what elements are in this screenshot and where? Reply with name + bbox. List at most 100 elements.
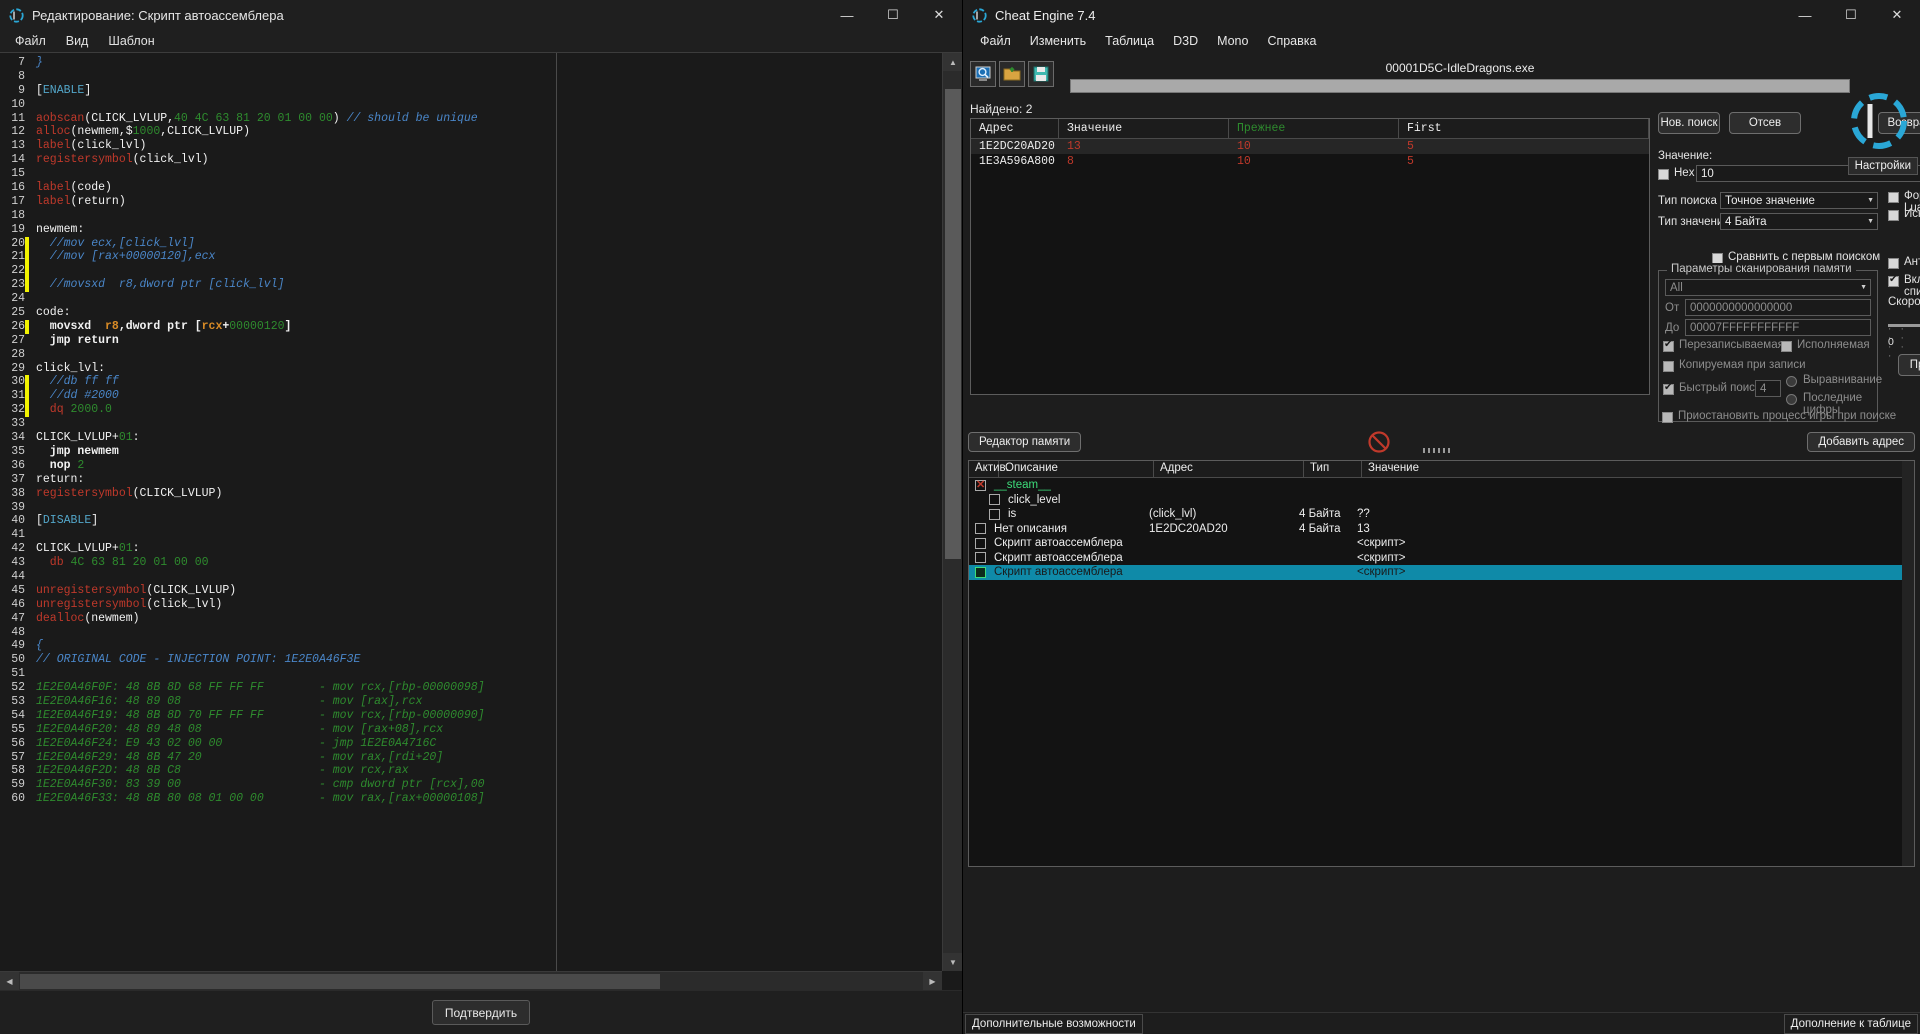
from-address-input[interactable]: 0000000000000000 — [1685, 299, 1871, 316]
apply-speed-button[interactable]: Применить — [1898, 354, 1920, 376]
code-line[interactable]: 1E2E0A46F19: 48 8B 8D 70 FF FF FF - mov … — [36, 709, 942, 723]
no-entry-icon[interactable] — [1367, 430, 1391, 454]
column-previous[interactable]: Прежнее — [1229, 119, 1399, 138]
ce-menu-file[interactable]: Файл — [971, 32, 1020, 50]
cheat-table[interactable]: Актив. Описание Адрес Тип Значение __ste… — [968, 460, 1915, 867]
entry-active-checkbox[interactable] — [989, 509, 1000, 520]
scan-results-table[interactable]: Адрес Значение Прежнее First 1E2DC20AD20… — [970, 118, 1650, 395]
code-line[interactable]: jmp return — [36, 334, 942, 348]
code-line[interactable]: registersymbol(CLICK_LVLUP) — [36, 487, 942, 501]
splitter-grip[interactable] — [1423, 440, 1463, 445]
column-type[interactable]: Тип — [1304, 461, 1362, 477]
aa-maximize-button[interactable]: ☐ — [870, 0, 916, 30]
code-text[interactable]: } [ENABLE] aobscan(CLICK_LVLUP,40 4C 63 … — [28, 53, 942, 971]
code-line[interactable] — [36, 417, 942, 431]
alignment-radio[interactable] — [1786, 376, 1797, 387]
aa-close-button[interactable]: ✕ — [916, 0, 962, 30]
status-extra-features[interactable]: Дополнительные возможности — [965, 1014, 1143, 1034]
code-line[interactable]: movsxd r8,dword ptr [rcx+00000120] — [36, 320, 942, 334]
entry-active-checkbox[interactable] — [975, 552, 986, 563]
code-line[interactable]: nop 2 — [36, 459, 942, 473]
cheat-table-body[interactable]: __steam__click_levelis(click_lvl)4 Байта… — [969, 478, 1914, 580]
table-row[interactable]: Скрипт автоассемблера<скрипт> — [969, 565, 1914, 580]
editor-vertical-scrollbar[interactable]: ▲ ▼ — [942, 53, 962, 971]
code-line[interactable]: unregistersymbol(click_lvl) — [36, 598, 942, 612]
hex-checkbox[interactable] — [1658, 169, 1669, 180]
executable-checkbox[interactable] — [1781, 341, 1792, 352]
pause-game-checkbox[interactable] — [1662, 412, 1673, 423]
code-line[interactable]: registersymbol(click_lvl) — [36, 153, 942, 167]
code-line[interactable]: //mov [rax+00000120],ecx — [36, 250, 942, 264]
code-line[interactable] — [36, 570, 942, 584]
add-address-button[interactable]: Добавить адрес — [1807, 432, 1915, 452]
code-line[interactable]: //dd #2000 — [36, 389, 942, 403]
code-line[interactable]: dq 2000.0 — [36, 403, 942, 417]
code-line[interactable] — [36, 626, 942, 640]
to-address-input[interactable]: 00007FFFFFFFFFFF — [1685, 319, 1871, 336]
aa-minimize-button[interactable]: — — [824, 0, 870, 30]
memory-editor-button[interactable]: Редактор памяти — [968, 432, 1081, 452]
code-line[interactable]: { — [36, 639, 942, 653]
aa-menu-template[interactable]: Шаблон — [99, 32, 163, 50]
code-line[interactable] — [36, 264, 942, 278]
ce-maximize-button[interactable]: ☐ — [1828, 0, 1874, 30]
code-line[interactable] — [36, 70, 942, 84]
copy-on-write-checkbox[interactable] — [1663, 361, 1674, 372]
entry-active-checkbox[interactable] — [975, 523, 986, 534]
code-line[interactable]: 1E2E0A46F29: 48 8B 47 20 - mov rax,[rdi+… — [36, 751, 942, 765]
table-row[interactable]: Скрипт автоассемблера<скрипт> — [969, 551, 1914, 566]
ce-menu-mono[interactable]: Mono — [1208, 32, 1257, 50]
fast-scan-checkbox[interactable] — [1663, 384, 1674, 395]
code-line[interactable]: label(return) — [36, 195, 942, 209]
table-row[interactable]: __steam__ — [969, 478, 1914, 493]
code-line[interactable]: 1E2E0A46F2D: 48 8B C8 - mov rcx,rax — [36, 764, 942, 778]
code-line[interactable]: } — [36, 56, 942, 70]
code-line[interactable] — [36, 209, 942, 223]
aa-editor[interactable]: 7891011121314151617181920212223242526272… — [0, 52, 962, 990]
entry-active-checkbox[interactable] — [989, 494, 1000, 505]
code-line[interactable]: 1E2E0A46F24: E9 43 02 00 00 - jmp 1E2E0A… — [36, 737, 942, 751]
code-line[interactable] — [36, 348, 942, 362]
scan-result-row[interactable]: 1E3A596A8008105 — [971, 154, 1649, 169]
ce-close-button[interactable]: ✕ — [1874, 0, 1920, 30]
column-description[interactable]: Описание — [999, 461, 1154, 477]
code-line[interactable]: //movsxd r8,dword ptr [click_lvl] — [36, 278, 942, 292]
cheat-table-scrollbar[interactable] — [1902, 461, 1914, 866]
editor-horizontal-scrollbar[interactable]: ◀ ▶ — [0, 971, 942, 990]
ce-menu-help[interactable]: Справка — [1258, 32, 1325, 50]
code-line[interactable]: newmem: — [36, 223, 942, 237]
code-line[interactable]: alloc(newmem,$1000,CLICK_LVLUP) — [36, 125, 942, 139]
code-line[interactable]: //mov ecx,[click_lvl] — [36, 237, 942, 251]
table-row[interactable]: Нет описания1E2DC20AD204 Байта13 — [969, 522, 1914, 537]
code-line[interactable]: code: — [36, 306, 942, 320]
column-address[interactable]: Адрес — [971, 119, 1059, 138]
code-line[interactable]: click_lvl: — [36, 362, 942, 376]
ce-menu-d3d[interactable]: D3D — [1164, 32, 1207, 50]
fast-scan-value-input[interactable]: 4 — [1755, 380, 1781, 397]
code-line[interactable] — [36, 292, 942, 306]
writable-checkbox[interactable] — [1663, 341, 1674, 352]
code-line[interactable] — [36, 167, 942, 181]
open-table-icon[interactable] — [999, 61, 1025, 87]
scroll-up-arrow[interactable]: ▲ — [943, 53, 962, 71]
code-line[interactable]: 1E2E0A46F30: 83 39 00 - cmp dword ptr [r… — [36, 778, 942, 792]
scan-result-row[interactable]: 1E2DC20AD2013105 — [971, 139, 1649, 154]
scan-results-body[interactable]: 1E2DC20AD20131051E3A596A8008105 — [971, 139, 1649, 169]
memory-region-combo[interactable]: All ▼ — [1665, 279, 1871, 296]
code-line[interactable]: dealloc(newmem) — [36, 612, 942, 626]
code-line[interactable] — [36, 528, 942, 542]
ce-minimize-button[interactable]: — — [1782, 0, 1828, 30]
code-line[interactable]: //db ff ff — [36, 375, 942, 389]
aa-menu-file[interactable]: Файл — [6, 32, 55, 50]
vertical-scroll-thumb[interactable] — [945, 89, 961, 559]
code-line[interactable]: CLICK_LVLUP+01: — [36, 431, 942, 445]
code-line[interactable]: 1E2E0A46F33: 48 8B 80 08 01 00 00 - mov … — [36, 792, 942, 806]
code-line[interactable]: unregistersymbol(CLICK_LVLUP) — [36, 584, 942, 598]
code-line[interactable]: [DISABLE] — [36, 514, 942, 528]
last-digits-radio[interactable] — [1786, 394, 1797, 405]
confirm-button[interactable]: Подтвердить — [432, 1000, 530, 1025]
aa-menu-view[interactable]: Вид — [57, 32, 98, 50]
save-table-icon[interactable] — [1028, 61, 1054, 87]
entry-active-checkbox[interactable] — [975, 480, 986, 491]
code-line[interactable]: [ENABLE] — [36, 84, 942, 98]
